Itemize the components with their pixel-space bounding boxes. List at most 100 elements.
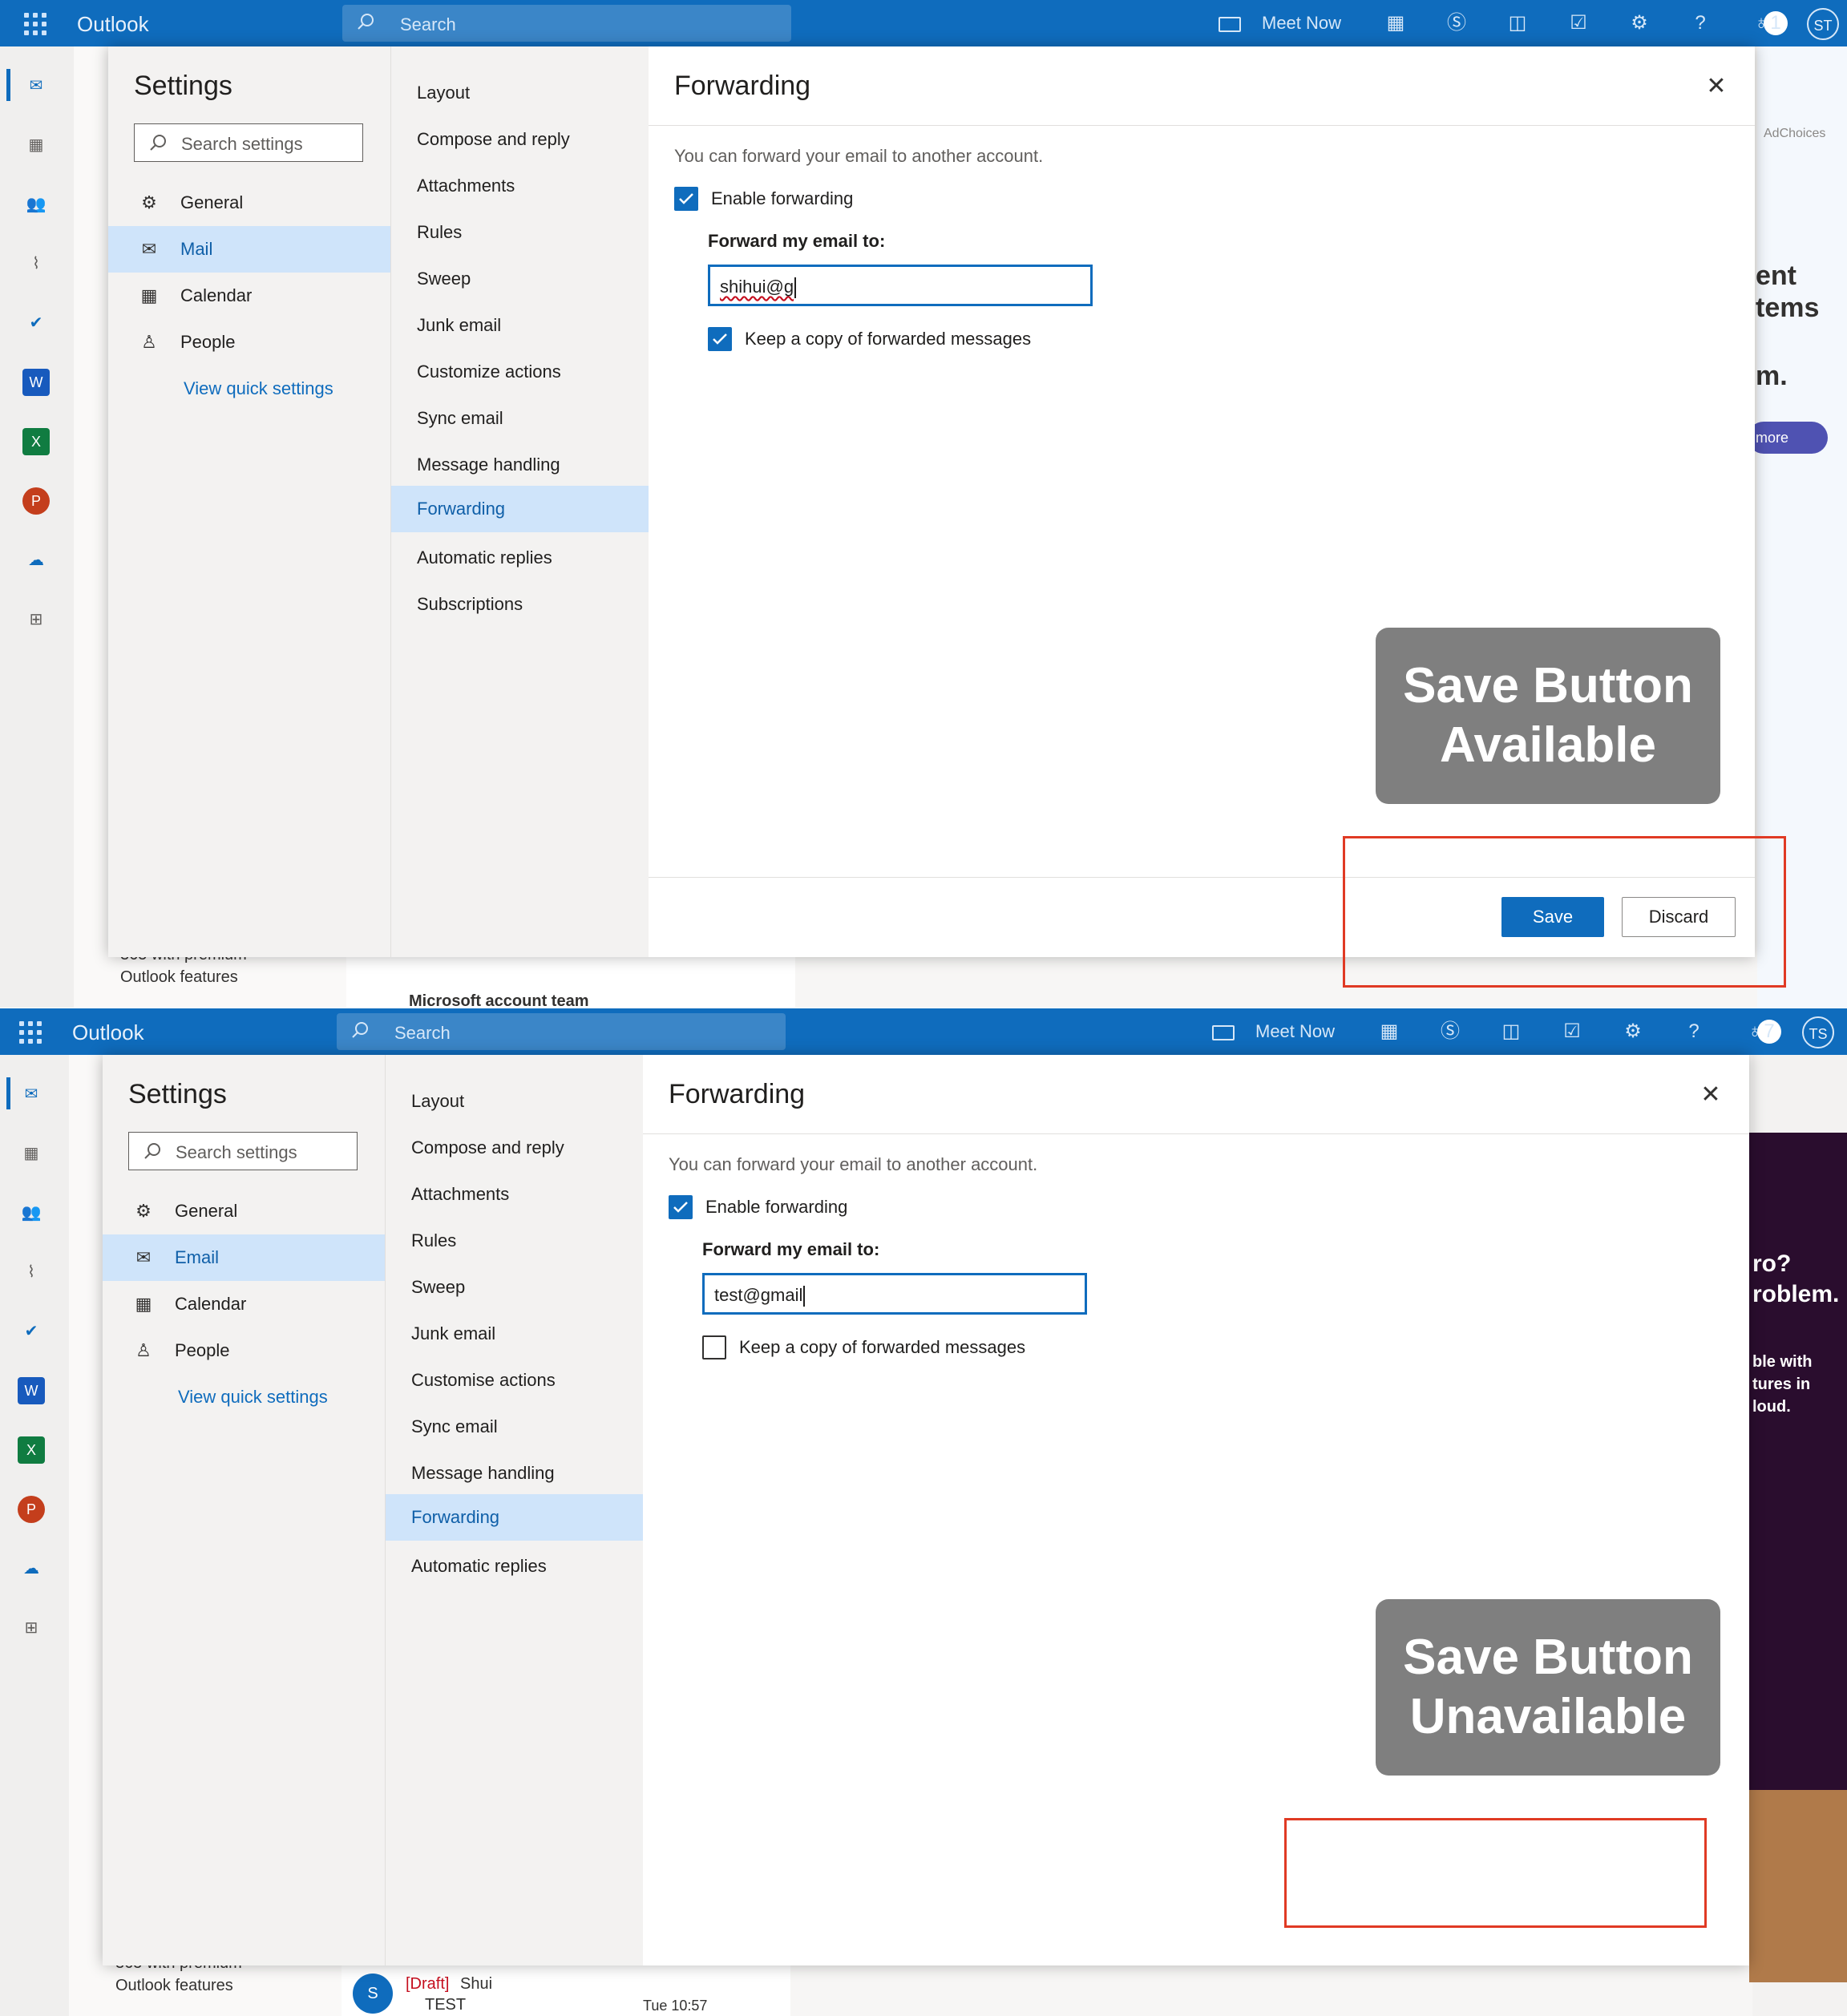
close-icon[interactable]: ✕ [1699,1083,1722,1107]
todo-icon[interactable]: ✔ [18,1318,45,1345]
view-quick-settings-link[interactable]: View quick settings [184,378,333,399]
account-avatar[interactable]: TS [1802,1016,1834,1048]
meet-now-button[interactable]: Meet Now [1212,1021,1335,1042]
help-icon[interactable]: ? [1682,1020,1706,1044]
category-calendar[interactable]: ▦ Calendar [103,1281,385,1327]
close-icon[interactable]: ✕ [1705,75,1728,99]
mail-icon[interactable]: ✉ [22,72,50,99]
ad-choices[interactable]: AdChoices [1764,127,1825,141]
qr-icon[interactable]: ▦ [1377,1020,1401,1044]
teams-icon[interactable]: ◫ [1505,11,1530,35]
apps-icon[interactable]: ⊞ [18,1614,45,1642]
powerpoint-icon[interactable]: P [22,487,50,515]
subnav-label: Rules [417,222,463,242]
subnav-layout[interactable]: Layout [386,1078,644,1125]
mail-icon[interactable]: ✉ [18,1081,45,1108]
subnav-junk-email[interactable]: Junk email [386,1311,644,1357]
subnav-compose-and-reply[interactable]: Compose and reply [386,1125,644,1171]
subnav-subscriptions[interactable]: Subscriptions [391,581,649,628]
subnav-label: Forwarding [417,499,506,519]
calendar-icon[interactable]: ▦ [18,1140,45,1167]
skype-icon[interactable]: Ⓢ [1438,1020,1462,1044]
subnav-compose-and-reply[interactable]: Compose and reply [391,116,649,163]
subnav-sweep[interactable]: Sweep [391,256,649,302]
calendar-sync-icon[interactable]: ☑ [1566,11,1590,35]
subnav-sync-email[interactable]: Sync email [386,1404,644,1450]
category-label: Calendar [175,1294,247,1314]
category-calendar[interactable]: ▦ Calendar [108,273,390,319]
word-icon[interactable]: W [18,1377,45,1404]
settings-gear-icon[interactable]: ⚙ [1627,11,1651,35]
checkmark-icon [713,333,727,345]
teams-icon[interactable]: ◫ [1499,1020,1523,1044]
enable-forwarding-checkbox[interactable] [669,1195,693,1219]
subnav-forwarding[interactable]: Forwarding [391,486,649,532]
todo-icon[interactable]: ✔ [22,309,50,337]
people-icon[interactable]: 👥 [18,1199,45,1226]
powerpoint-icon[interactable]: P [18,1496,45,1523]
category-general[interactable]: ⚙ General [103,1188,385,1234]
camera-icon [1219,16,1241,32]
subnav-attachments[interactable]: Attachments [391,163,649,209]
subnav-message-handling[interactable]: Message handling [391,442,649,488]
tips-lightbulb-icon[interactable]: ♁ 1 [1749,11,1788,35]
settings-search-placeholder: Search settings [176,1142,297,1162]
global-search-box[interactable]: Search [342,5,791,42]
forward-email-input[interactable]: shihui@g [708,265,1093,306]
settings-search-input[interactable]: Search settings [134,123,363,162]
subnav-sync-email[interactable]: Sync email [391,395,649,442]
account-avatar[interactable]: ST [1807,8,1839,40]
excel-icon[interactable]: X [22,428,50,455]
category-general[interactable]: ⚙ General [108,180,390,226]
subnav-rules[interactable]: Rules [391,209,649,256]
onedrive-icon[interactable]: ☁ [18,1555,45,1582]
forward-email-input[interactable]: test@gmail [702,1273,1087,1315]
settings-gear-icon[interactable]: ⚙ [1621,1020,1645,1044]
global-search-box[interactable]: Search [337,1013,786,1050]
subnav-forwarding[interactable]: Forwarding [386,1494,644,1541]
enable-forwarding-checkbox[interactable] [674,187,698,211]
app-launcher-icon[interactable] [19,1021,42,1044]
subnav-label: Junk email [417,315,502,335]
category-email[interactable]: ✉ Email [103,1234,385,1281]
subnav-sweep[interactable]: Sweep [386,1264,644,1311]
message-sender[interactable]: Microsoft account team [409,992,588,1008]
skype-icon[interactable]: Ⓢ [1445,11,1469,35]
attachment-icon[interactable]: ⌇ [18,1258,45,1286]
keep-copy-checkbox[interactable] [702,1335,726,1359]
onedrive-icon[interactable]: ☁ [22,547,50,574]
category-people[interactable]: ♙ People [108,319,390,366]
word-icon[interactable]: W [22,369,50,396]
view-quick-settings-link[interactable]: View quick settings [178,1387,328,1408]
subnav-attachments[interactable]: Attachments [386,1171,644,1218]
subnav-automatic-replies[interactable]: Automatic replies [391,535,649,581]
help-icon[interactable]: ? [1688,11,1712,35]
text-cursor [803,1286,806,1307]
draft-sender[interactable]: Shui [460,1975,492,1994]
excel-icon[interactable]: X [18,1436,45,1464]
subnav-layout[interactable]: Layout [391,70,649,116]
subnav-junk-email[interactable]: Junk email [391,302,649,349]
subnav-customize-actions[interactable]: Customize actions [391,349,649,395]
settings-search-input[interactable]: Search settings [128,1132,358,1170]
draft-subject[interactable]: TEST [425,1996,466,2014]
qr-icon[interactable]: ▦ [1384,11,1408,35]
tips-lightbulb-icon[interactable]: ♁ 7 [1743,1020,1781,1044]
ad-more-button[interactable]: more [1748,422,1828,454]
subnav-automatic-replies[interactable]: Automatic replies [386,1543,644,1590]
top-bar: Outlook Search Meet Now ▦ Ⓢ ◫ ☑ ⚙ ? ♁ 7 T… [0,1008,1847,1055]
ad-image [1749,1790,1847,1982]
attachment-icon[interactable]: ⌇ [22,250,50,277]
meet-now-button[interactable]: Meet Now [1219,13,1341,34]
apps-icon[interactable]: ⊞ [22,606,50,633]
category-mail[interactable]: ✉ Mail [108,226,390,273]
category-people[interactable]: ♙ People [103,1327,385,1374]
people-icon[interactable]: 👥 [22,191,50,218]
calendar-sync-icon[interactable]: ☑ [1560,1020,1584,1044]
subnav-message-handling[interactable]: Message handling [386,1450,644,1497]
calendar-icon[interactable]: ▦ [22,131,50,159]
subnav-customise-actions[interactable]: Customise actions [386,1357,644,1404]
keep-copy-checkbox[interactable] [708,327,732,351]
subnav-rules[interactable]: Rules [386,1218,644,1264]
app-launcher-icon[interactable] [24,13,46,35]
